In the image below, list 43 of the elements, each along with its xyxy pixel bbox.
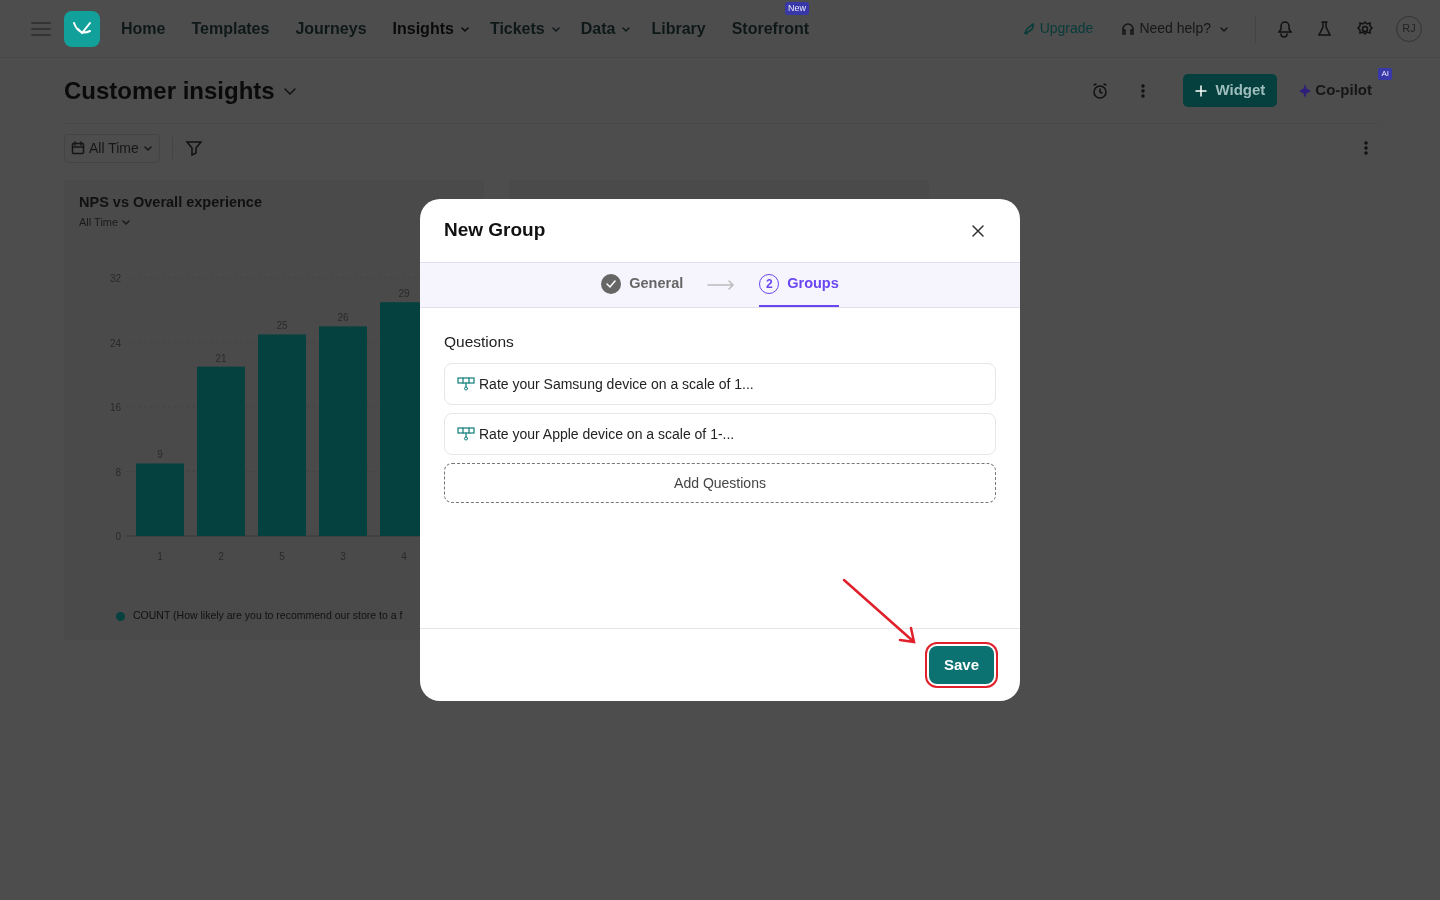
chevron-icon: [142, 143, 153, 153]
chevron-icon: [122, 218, 131, 226]
new-badge: New: [785, 1, 809, 15]
nav-link[interactable]: Tickets: [489, 16, 561, 41]
nav-link[interactable]: Insights: [392, 16, 470, 41]
plus-icon: [1195, 84, 1208, 97]
flask-icon[interactable]: [1316, 19, 1334, 38]
nav-link[interactable]: Templates: [191, 16, 270, 41]
section-label: Questions: [444, 332, 515, 352]
page-title: Customer insights: [64, 75, 275, 106]
step-tab[interactable]: 2 Groups: [759, 263, 839, 307]
step-tab[interactable]: General: [601, 263, 684, 307]
nav-link[interactable]: Storefront: [731, 16, 809, 41]
calendar-icon: [71, 141, 85, 155]
nav-link[interactable]: Data: [580, 16, 632, 41]
add-questions-button[interactable]: Add Questions: [444, 463, 996, 504]
add-widget-button[interactable]: Widget: [1183, 74, 1278, 107]
rating-scale-icon: [457, 377, 475, 392]
headset-icon: [1121, 21, 1136, 36]
close-icon[interactable]: [972, 224, 984, 237]
arrow-icon: [707, 280, 736, 290]
copilot-button[interactable]: Co-pilot: [1293, 78, 1378, 103]
question-item[interactable]: Rate your Samsung device on a scale of 1...: [444, 363, 996, 406]
settings-icon[interactable]: [1356, 19, 1374, 38]
bell-icon[interactable]: [1276, 19, 1294, 38]
upgrade-link[interactable]: Upgrade: [1015, 17, 1100, 40]
modal-title: New Group: [444, 218, 546, 243]
ai-badge: AI: [1378, 68, 1392, 81]
filter-icon[interactable]: [184, 139, 203, 157]
nav-link[interactable]: Journeys: [295, 16, 367, 41]
legend-dot: [116, 611, 125, 621]
question-item[interactable]: Rate your Apple device on a scale of 1-...: [444, 413, 996, 456]
nav-link[interactable]: Library: [651, 16, 706, 41]
rating-scale-icon: [457, 427, 475, 442]
sparkle-icon: [1299, 83, 1312, 98]
more-icon[interactable]: [1141, 83, 1146, 98]
more-icon[interactable]: [1364, 141, 1368, 155]
check-icon: [601, 274, 622, 294]
menu-icon[interactable]: [30, 19, 52, 38]
logo-icon[interactable]: [64, 10, 100, 47]
alarm-icon[interactable]: [1091, 81, 1110, 100]
widget-title: NPS vs Overall experience: [79, 193, 263, 212]
nav-link[interactable]: Home: [121, 16, 166, 41]
